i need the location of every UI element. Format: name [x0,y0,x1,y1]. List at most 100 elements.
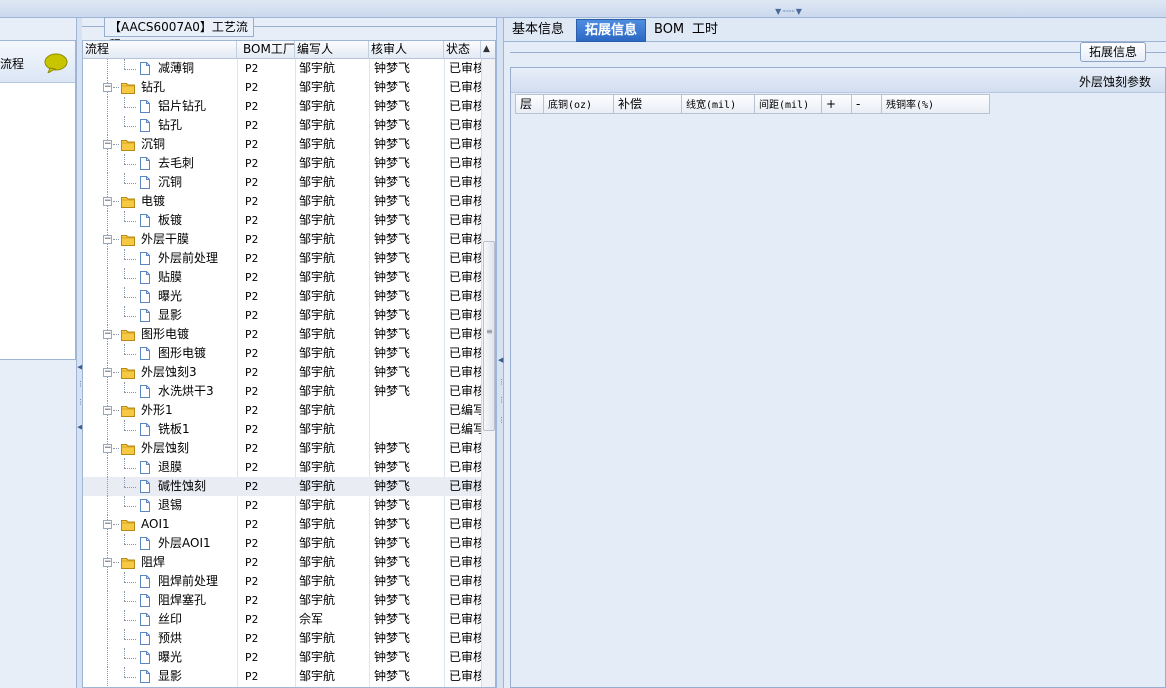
tree-group-row[interactable]: − 图形电镀 P2 邹宇航 钟梦飞 已审核 [83,325,481,344]
cell-bom: P2 [245,594,259,607]
cell-reviewer: 钟梦飞 [374,308,411,322]
tree-item-row[interactable]: 去毛刺 P2 邹宇航 钟梦飞 已审核 [83,154,481,173]
cell-author: 邹宇航 [299,232,336,246]
collapse-toggle-icon[interactable]: − [103,520,112,529]
column-header-process[interactable]: 流程 [83,41,237,59]
tree-item-row[interactable]: 铝片钻孔 P2 邹宇航 钟梦飞 已审核 [83,97,481,116]
grid-rows: 减薄铜P2邹宇航钟梦飞已审核−钻孔P2邹宇航钟梦飞已审核铝片钻孔P2邹宇航钟梦飞… [83,59,481,686]
param-col-base-copper[interactable]: 底铜(oz) [544,94,614,114]
scrollbar-thumb[interactable]: ≡ [483,241,495,431]
tree-item-row[interactable]: 外层AOI1 P2 邹宇航 钟梦飞 已审核 [83,534,481,553]
app-window: ▼ ········ ▼ 流程 ◀ ⋮ ⋮ ◀ 【AACS6007A0】工艺流程… [0,0,1166,688]
tab-work-hours[interactable]: 工时 [684,19,726,42]
cell-process: 显影 [83,306,237,325]
collapse-toggle-icon[interactable]: − [103,140,112,149]
cell-status: 已审核 [449,289,481,303]
tree-item-row[interactable]: 板镀 P2 邹宇航 钟梦飞 已审核 [83,211,481,230]
tree-group-row[interactable]: − 电镀 P2 邹宇航 钟梦飞 已审核 [83,192,481,211]
tree-item-row[interactable]: 丝印 P2 佘军 钟梦飞 已审核 [83,610,481,629]
collapse-toggle-icon[interactable]: − [103,406,112,415]
tree-group-row[interactable]: − 外层干膜 P2 邹宇航 钟梦飞 已审核 [83,230,481,249]
tree-item-row[interactable]: 沉铜 P2 邹宇航 钟梦飞 已审核 [83,173,481,192]
param-col-plus[interactable]: + [822,94,852,114]
tree-item-row[interactable]: 铣板1 P2 邹宇航 已编写 [83,420,481,439]
param-col-layer[interactable]: 层 [515,94,544,114]
tree-item-row[interactable]: 钻孔 P2 邹宇航 钟梦飞 已审核 [83,116,481,135]
tree-item-row[interactable]: 图形电镀 P2 邹宇航 钟梦飞 已审核 [83,344,481,363]
collapse-toggle-icon[interactable]: − [103,197,112,206]
extended-info-button[interactable]: 拓展信息 [1080,42,1146,62]
cell-reviewer: 钟梦飞 [374,346,411,360]
cell-bom: P2 [245,385,259,398]
tree-group-row[interactable]: − 外层蚀刻 P2 邹宇航 钟梦飞 已审核 [83,439,481,458]
tree-group-row[interactable]: − 外层蚀刻3 P2 邹宇航 钟梦飞 已审核 [83,363,481,382]
param-col-residual-copper[interactable]: 残铜率(%) [882,94,990,114]
tree-label: 外层蚀刻3 [141,365,197,379]
cell-author: 邹宇航 [299,80,336,94]
cell-author: 邹宇航 [299,175,336,189]
collapse-mid-arrow-icon[interactable]: ◀ [498,356,503,364]
splitter-grip-icon[interactable]: ▼ ········ ▼ [752,8,824,16]
collapse-toggle-icon[interactable]: − [103,558,112,567]
cell-author: 邹宇航 [299,441,336,455]
cell-author: 邹宇航 [299,308,336,322]
tree-item-row[interactable]: 曝光 P2 邹宇航 钟梦飞 已审核 [83,287,481,306]
tree-item-row[interactable]: 阻焊前处理 P2 邹宇航 钟梦飞 已审核 [83,572,481,591]
tab-extended-info[interactable]: 拓展信息 [576,19,647,42]
cell-status: 已审核 [449,479,481,493]
collapse-toggle-icon[interactable]: − [103,368,112,377]
tree-item-row[interactable]: 显影 P2 邹宇航 钟梦飞 已审核 [83,667,481,686]
cell-bom: P2 [245,252,259,265]
collapse-toggle-icon[interactable]: − [103,235,112,244]
collapse-toggle-icon[interactable]: − [103,83,112,92]
tree-label: 钻孔 [141,80,166,94]
param-col-line-width[interactable]: 线宽(mil) [682,94,755,114]
tree-item-row[interactable]: 阻焊塞孔 P2 邹宇航 钟梦飞 已审核 [83,591,481,610]
tree-item-row[interactable]: 显影 P2 邹宇航 钟梦飞 已审核 [83,306,481,325]
tree-item-row[interactable]: 水洗烘干3 P2 邹宇航 钟梦飞 已审核 [83,382,481,401]
tab-basic-info[interactable]: 基本信息 [504,19,572,42]
tree-item-row[interactable]: 预烘 P2 邹宇航 钟梦飞 已审核 [83,629,481,648]
cell-process: 铣板1 [83,420,237,439]
tree-group-row[interactable]: − 沉铜 P2 邹宇航 钟梦飞 已审核 [83,135,481,154]
tree-group-row[interactable]: − AOI1 P2 邹宇航 钟梦飞 已审核 [83,515,481,534]
cell-status: 已审核 [449,232,481,246]
column-header-reviewer[interactable]: 核审人 [369,41,444,59]
collapse-toggle-icon[interactable]: − [103,444,112,453]
tree-item-row[interactable]: 退膜 P2 邹宇航 钟梦飞 已审核 [83,458,481,477]
chat-bubble-icon[interactable] [44,53,68,73]
tree-item-row[interactable]: 退锡 P2 邹宇航 钟梦飞 已审核 [83,496,481,515]
tree-label: 图形电镀 [158,346,207,360]
param-col-minus[interactable]: - [852,94,882,114]
cell-status: 已审核 [449,669,481,683]
column-header-author[interactable]: 编写人 [295,41,369,59]
cell-reviewer: 钟梦飞 [374,175,411,189]
tree-group-row[interactable]: − 阻焊 P2 邹宇航 钟梦飞 已审核 [83,553,481,572]
tree-item-row[interactable]: 曝光 P2 邹宇航 钟梦飞 已审核 [83,648,481,667]
tree-label: 沉铜 [158,175,183,189]
cell-bom: P2 [245,651,259,664]
column-header-status[interactable]: 状态 [444,41,481,59]
cell-reviewer: 钟梦飞 [374,650,411,664]
scroll-up-arrow-icon[interactable]: ▲ [483,44,490,54]
column-header-bom[interactable]: BOM工厂 [241,41,295,59]
vertical-scrollbar[interactable]: ≡ [481,59,495,687]
middle-splitter[interactable]: ◀ ⋮ ⋮ ⋮ [496,18,505,688]
tree-group-row[interactable]: − 钻孔 P2 邹宇航 钟梦飞 已审核 [83,78,481,97]
tree-item-row[interactable]: 碱性蚀刻 P2 邹宇航 钟梦飞 已审核 [83,477,481,496]
folder-icon [121,83,135,94]
param-col-spacing[interactable]: 间距(mil) [755,94,822,114]
tree-item-row[interactable]: 减薄铜 P2 邹宇航 钟梦飞 已审核 [83,59,481,78]
collapse-toggle-icon[interactable]: − [103,330,112,339]
cell-author: 邹宇航 [299,593,336,607]
process-tree-grid[interactable]: 流程 BOM工厂 编写人 核审人 状态 ▲ 减薄铜P2邹宇航钟梦飞已审核−钻孔P… [82,40,496,688]
tree-item-row[interactable]: 贴膜 P2 邹宇航 钟梦飞 已审核 [83,268,481,287]
tree-group-row[interactable]: − 外形1 P2 邹宇航 已编写 [83,401,481,420]
cell-status: 已审核 [449,441,481,455]
cell-author: 邹宇航 [299,365,336,379]
tree-item-row[interactable]: 外层前处理 P2 邹宇航 钟梦飞 已审核 [83,249,481,268]
cell-author: 邹宇航 [299,631,336,645]
param-col-compensation[interactable]: 补偿 [614,94,682,114]
tree-label: 外层AOI1 [158,536,211,550]
top-splitter-bar[interactable]: ▼ ········ ▼ [0,0,1166,18]
